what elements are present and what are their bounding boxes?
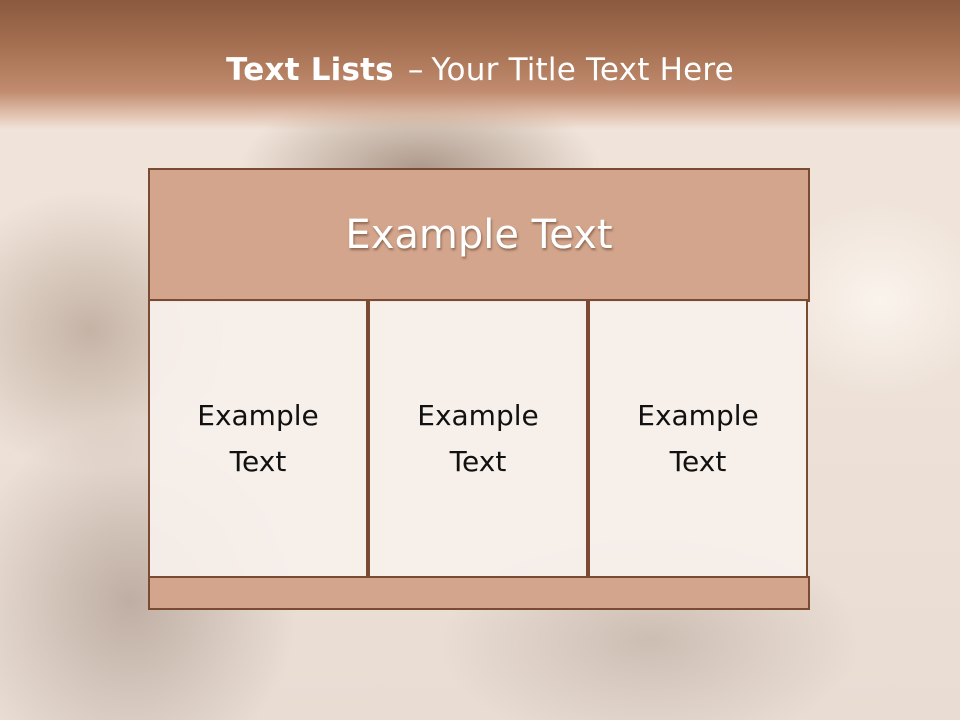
diagram-column-3: Example Text <box>588 299 808 578</box>
column-2-text: Example Text <box>417 398 539 478</box>
diagram-column-2: Example Text <box>368 299 588 578</box>
title-rest-text: Your Title Text Here <box>431 52 734 88</box>
column-1-text: Example Text <box>197 398 319 478</box>
diagram-header-text: Example Text <box>345 212 613 258</box>
diagram-footer-bar <box>148 576 810 610</box>
diagram-column-1: Example Text <box>148 299 368 578</box>
text-list-diagram: Example Text Example Text Example Text E… <box>148 168 810 610</box>
title-bold-text: Text Lists <box>226 52 394 88</box>
title-separator: – <box>407 52 424 88</box>
diagram-header-box: Example Text <box>148 168 810 302</box>
slide-title: Text Lists – Your Title Text Here <box>0 52 960 88</box>
column-3-text: Example Text <box>637 398 759 478</box>
